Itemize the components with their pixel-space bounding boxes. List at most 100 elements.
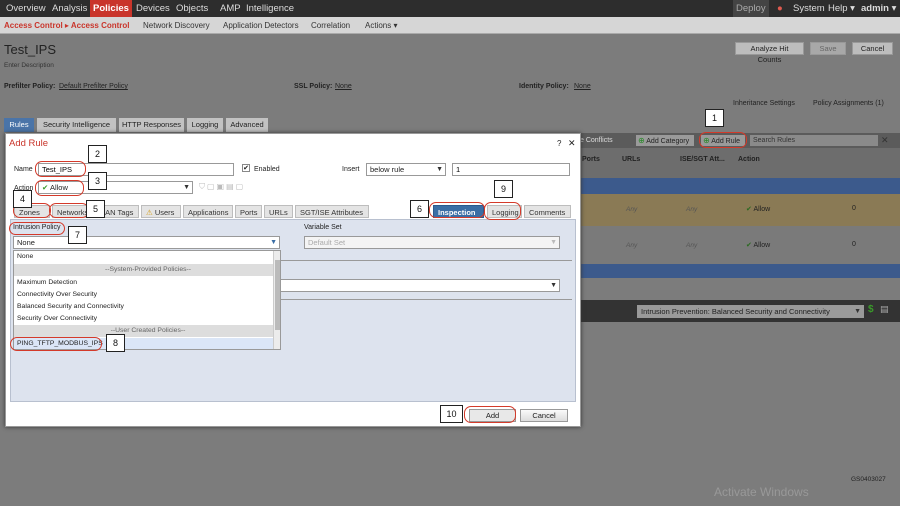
subnav-actions[interactable]: Actions ▾ (365, 17, 397, 34)
insert-label: Insert (342, 166, 360, 173)
allow-action: ✔ Allow (746, 206, 771, 213)
variable-set-icon[interactable]: $ (868, 304, 874, 315)
clear-search-icon[interactable]: ✕ (881, 135, 889, 146)
tab-urls[interactable]: URLs (264, 205, 293, 218)
col-ise-sgt: ISE/SGT Att... (680, 156, 725, 163)
variable-set-select[interactable]: Default Set ▼ (304, 236, 560, 249)
tab-advanced[interactable]: Advanced (226, 118, 268, 132)
list-group-header: --System-Provided Policies-- (14, 264, 280, 276)
tab-security-intelligence[interactable]: Security Intelligence (37, 118, 116, 132)
callout-3: 3 (88, 172, 107, 190)
callout-7: 7 (68, 226, 87, 244)
subnav-application-detectors[interactable]: Application Detectors (223, 17, 299, 34)
nav-intelligence[interactable]: Intelligence (243, 0, 297, 17)
identity-policy-link[interactable]: None (574, 83, 591, 90)
table-row[interactable]: Any Any ✔ Allow 0 (578, 194, 900, 226)
nav-analysis[interactable]: Analysis (49, 0, 90, 17)
close-icon[interactable]: ✕ (568, 138, 576, 149)
nav-devices[interactable]: Devices (133, 0, 173, 17)
variable-set-label: Variable Set (304, 224, 342, 231)
divider (280, 299, 572, 300)
list-item[interactable]: Maximum Detection (14, 277, 280, 289)
user-menu[interactable]: admin ▾ (858, 0, 899, 17)
ssl-policy-link[interactable]: None (335, 83, 352, 90)
action-option-icons[interactable]: ⛉▢▣▤▢ (199, 182, 245, 192)
inheritance-settings-link[interactable]: Inheritance Settings (733, 100, 795, 107)
prefilter-policy-label: Prefilter Policy: (4, 83, 56, 90)
analyze-hit-counts-button[interactable]: Analyze Hit Counts (735, 42, 804, 64)
cancel-button[interactable]: Cancel (520, 409, 568, 422)
help-icon[interactable]: ? (557, 139, 561, 148)
ssl-policy-label: SSL Policy: (294, 83, 333, 90)
table-row[interactable]: Any Any ✔ Allow 0 (578, 226, 900, 264)
highlight-name (35, 161, 86, 177)
nav-help[interactable]: Help ▾ (825, 0, 858, 17)
deploy-button[interactable]: Deploy (733, 0, 769, 17)
enabled-checkbox[interactable]: ✔ (242, 164, 250, 172)
highlight-inspection (429, 202, 485, 218)
dialog-title: Add Rule (9, 138, 49, 149)
tab-ports[interactable]: Ports (235, 205, 262, 218)
prefilter-policy-link[interactable]: Default Prefilter Policy (59, 83, 128, 90)
callout-4: 4 (13, 190, 32, 208)
nav-objects[interactable]: Objects (173, 0, 211, 17)
nav-system[interactable]: System (790, 0, 828, 17)
policy-description[interactable]: Enter Description (4, 62, 54, 69)
insert-index-input[interactable] (452, 163, 570, 176)
highlight-networks (49, 203, 89, 218)
list-item[interactable]: Connectivity Over Security (14, 289, 280, 301)
list-item[interactable]: Security Over Connectivity (14, 313, 280, 325)
alert-icon[interactable]: ● (774, 0, 786, 17)
tab-http-responses[interactable]: HTTP Responses (119, 118, 184, 132)
search-rules-input[interactable]: Search Rules (750, 135, 878, 146)
add-category-button[interactable]: ⊕ Add Category (636, 135, 694, 146)
default-section-row (578, 264, 900, 278)
callout-6: 6 (410, 200, 429, 218)
tab-users[interactable]: ⚠ Users (141, 205, 181, 218)
mandatory-section-row (578, 178, 900, 194)
tab-comments[interactable]: Comments (524, 205, 571, 218)
file-policy-select[interactable]: ▼ (280, 279, 560, 292)
highlight-add-button (464, 406, 516, 423)
sub-navigation-bar: Access Control ▸ Access Control Network … (0, 17, 900, 34)
rules-table-header (578, 148, 900, 178)
save-button[interactable]: Save (810, 42, 846, 55)
tab-applications[interactable]: Applications (183, 205, 233, 218)
identity-policy-label: Identity Policy: (519, 83, 569, 90)
policy-assignments-link[interactable]: Policy Assignments (1) (813, 100, 884, 107)
divider (280, 260, 572, 261)
nav-policies[interactable]: Policies (90, 0, 132, 17)
dropdown-scrollbar[interactable] (273, 251, 280, 349)
tab-rules[interactable]: Rules (4, 118, 34, 132)
intrusion-policy-select[interactable]: None ▼ (13, 236, 280, 249)
intrusion-policy-dropdown: None --System-Provided Policies-- Maximu… (13, 250, 281, 350)
nav-overview[interactable]: Overview (3, 0, 49, 17)
tab-sgt-ise-attributes[interactable]: SGT/ISE Attributes (295, 205, 369, 218)
windows-watermark: Activate Windows (714, 485, 809, 499)
col-ports: Ports (582, 156, 600, 163)
policy-title: Test_IPS (4, 42, 57, 57)
figure-id: GS0403027 (851, 476, 886, 483)
subnav-correlation[interactable]: Correlation (311, 17, 350, 34)
highlight-intrusion-policy (9, 222, 65, 235)
nav-amp[interactable]: AMP (217, 0, 244, 17)
callout-9: 9 (494, 180, 513, 198)
list-item[interactable]: Balanced Security and Connectivity (14, 301, 280, 313)
list-item[interactable]: None (14, 251, 280, 263)
subnav-network-discovery[interactable]: Network Discovery (143, 17, 210, 34)
callout-2: 2 (88, 145, 107, 163)
default-action-select[interactable]: Intrusion Prevention: Balanced Security … (637, 305, 864, 318)
top-navigation-bar: Overview Analysis Policies Devices Objec… (0, 0, 900, 17)
scrollbar-thumb[interactable] (275, 260, 280, 330)
show-conflicts-link[interactable]: e Conflicts (580, 137, 613, 144)
highlight-user-policy (10, 337, 102, 351)
subnav-access-control[interactable]: Access Control ▸ Access Control (4, 17, 130, 34)
highlight-logging (484, 202, 521, 220)
name-label: Name (14, 166, 33, 173)
logging-icon[interactable]: ▤ (880, 304, 889, 315)
tab-logging[interactable]: Logging (187, 118, 223, 132)
callout-1: 1 (705, 109, 724, 127)
insert-position-select[interactable]: below rule ▼ (366, 163, 446, 176)
cancel-policy-button[interactable]: Cancel (852, 42, 893, 55)
col-urls: URLs (622, 156, 641, 163)
